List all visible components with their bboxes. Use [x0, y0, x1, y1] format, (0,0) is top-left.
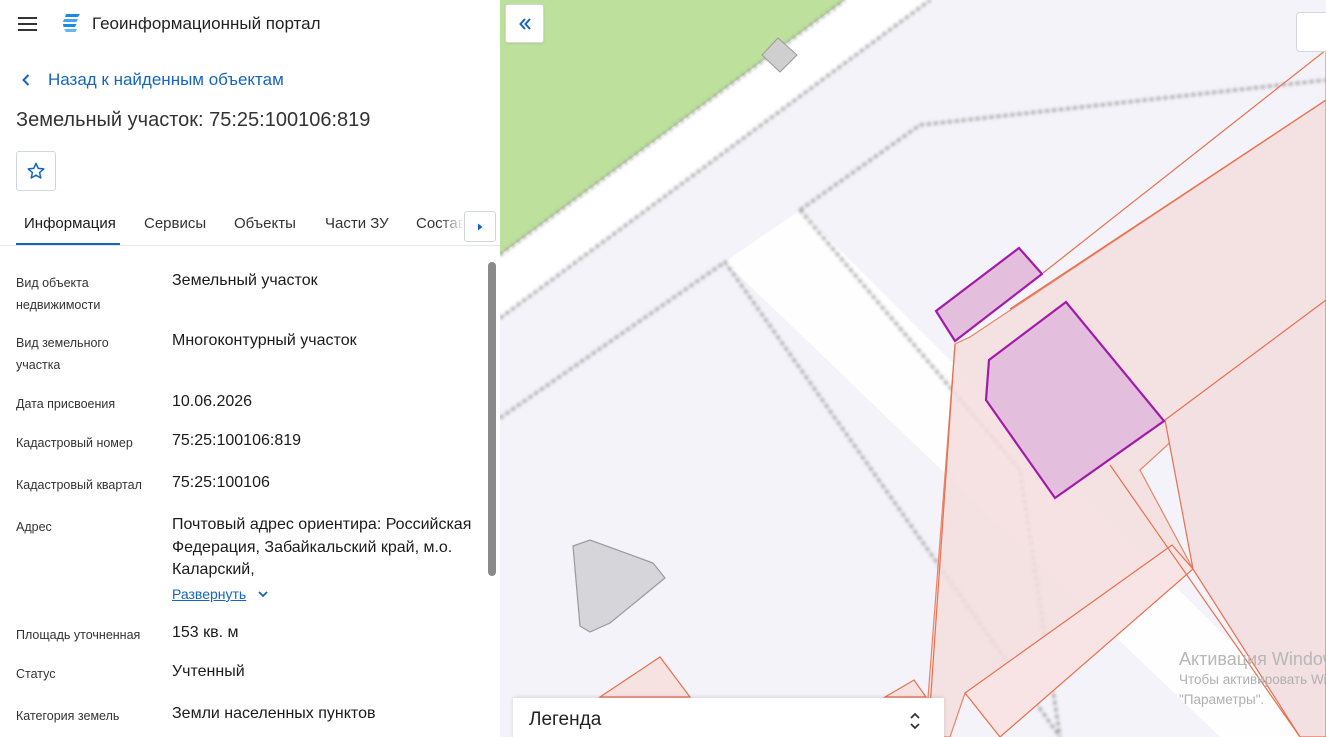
legend-title: Легенда [529, 709, 602, 730]
tab-parts[interactable]: Части ЗУ [325, 215, 389, 232]
double-chevron-left-icon [518, 17, 531, 30]
map-view[interactable]: Легенда Активация Windows Чтобы активиро… [500, 0, 1326, 737]
tabs-fade [440, 203, 464, 245]
info-scrollbar[interactable] [488, 262, 496, 576]
info-label: Вид объекта недвижимости [16, 276, 101, 312]
back-to-results-link[interactable]: Назад к найденным объектам [16, 68, 284, 92]
expand-collapse-icon[interactable] [908, 710, 922, 732]
info-value: 153 кв. м [172, 624, 239, 641]
info-value: 10.06.2026 [172, 393, 253, 410]
info-label: Дата присвоения [16, 397, 116, 411]
chevron-down-icon [258, 591, 268, 598]
info-label: Кадастровый квартал [16, 478, 142, 492]
info-panel: Геоинформационный портал Назад к найденн… [0, 0, 500, 737]
info-value: Земельный участок [172, 272, 318, 289]
info-label: Кадастровый номер [16, 436, 133, 450]
map-tool-button[interactable] [1296, 12, 1326, 52]
back-link-label: Назад к найденным объектам [48, 70, 284, 89]
tabs-scroll-right-button[interactable] [464, 211, 496, 242]
app-title: Геоинформационный портал [92, 14, 321, 33]
info-list: Вид объекта недвижимости Земельный участ… [0, 247, 486, 737]
info-value: 75:25:100106 [172, 474, 270, 491]
chevron-left-icon [22, 74, 30, 86]
map-canvas[interactable] [500, 0, 1326, 737]
tab-objects[interactable]: Объекты [234, 215, 296, 232]
info-value: Земли населенных пунктов [172, 705, 376, 722]
expand-address-link[interactable]: Развернуть [172, 586, 270, 602]
info-label: Статус [16, 667, 56, 681]
object-tabs: Информация Сервисы Объекты Части ЗУ Сост… [0, 203, 500, 246]
expand-label: Развернуть [172, 586, 247, 602]
info-value: Почтовый адрес ориентира: Российская Фед… [172, 516, 472, 578]
star-icon [27, 162, 45, 179]
favorite-button[interactable] [16, 151, 56, 191]
info-value: Учтенный [172, 663, 245, 680]
info-label: Вид земельного участка [16, 336, 109, 372]
collapse-panel-button[interactable] [505, 4, 544, 43]
caret-right-icon [478, 223, 483, 230]
portal-logo-icon [63, 14, 80, 32]
page-title: Земельный участок: 75:25:100106:819 [16, 109, 371, 131]
legend-panel[interactable]: Легенда [513, 698, 944, 737]
tab-services[interactable]: Сервисы [144, 215, 206, 232]
tab-information[interactable]: Информация [24, 215, 116, 232]
app-header: Геоинформационный портал [0, 0, 500, 48]
active-tab-indicator [16, 243, 120, 245]
info-label: Адрес [16, 520, 52, 534]
info-value: 75:25:100106:819 [172, 432, 302, 449]
info-value: Многоконтурный участок [172, 332, 357, 349]
info-label: Площадь уточненная [16, 628, 141, 642]
info-label: Категория земель [16, 709, 120, 723]
hamburger-menu-icon[interactable] [16, 12, 40, 36]
